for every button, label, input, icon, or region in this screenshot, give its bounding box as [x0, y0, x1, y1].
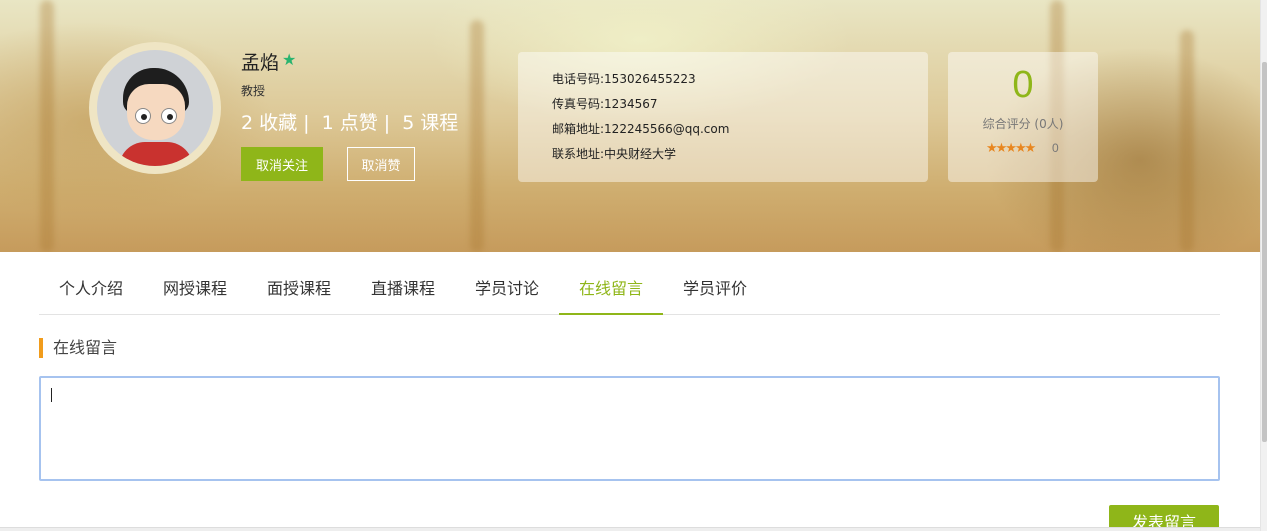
vertical-scrollbar[interactable]: [1260, 0, 1267, 531]
favorites-count: 2: [241, 112, 254, 134]
tab-introduction[interactable]: 个人介绍: [39, 266, 143, 315]
teacher-title: 教授: [241, 84, 266, 98]
email-address: 邮箱地址:122245566@qq.com: [552, 122, 730, 136]
avatar: [89, 42, 221, 174]
unfollow-button[interactable]: 取消关注: [241, 147, 323, 181]
tab-live-courses[interactable]: 直播课程: [351, 266, 455, 315]
star-icon: ★: [282, 52, 297, 69]
avatar-image: [97, 50, 213, 166]
courses-label: 课程: [420, 112, 459, 134]
tab-discussion[interactable]: 学员讨论: [455, 266, 559, 315]
rating-card: 0 综合评分 (0人) ★★★★★ 0: [948, 52, 1098, 182]
tab-online-courses[interactable]: 网授课程: [143, 266, 247, 315]
likes-count: 1: [321, 112, 334, 134]
section-title: 在线留言: [39, 338, 117, 358]
text-caret: [51, 388, 52, 402]
tab-offline-courses[interactable]: 面授课程: [247, 266, 351, 315]
scrollbar-thumb[interactable]: [1262, 62, 1267, 442]
likes-label: 点赞 |: [339, 112, 391, 134]
wheat-decoration: [1180, 30, 1194, 252]
tab-reviews[interactable]: 学员评价: [663, 266, 767, 315]
profile-stats: 2 收藏 | 1 点赞 | 5 课程: [241, 108, 464, 135]
favorites-label: 收藏 |: [259, 112, 310, 134]
teacher-name: 孟焰: [241, 52, 280, 74]
wheat-decoration: [470, 20, 484, 252]
page-bottom-divider: [0, 527, 1260, 531]
tab-online-message[interactable]: 在线留言: [559, 266, 663, 315]
contact-card: 电话号码:153026455223 传真号码:1234567 邮箱地址:1222…: [518, 52, 928, 182]
score-label: 综合评分 (0人): [982, 117, 1064, 131]
rating-stars-icon: ★★★★★: [986, 140, 1036, 155]
overall-score: 0: [1012, 64, 1034, 106]
postal-address: 联系地址:中央财经大学: [552, 147, 677, 161]
phone-number: 电话号码:153026455223: [552, 72, 696, 86]
unlike-button[interactable]: 取消赞: [347, 147, 415, 181]
fax-number: 传真号码:1234567: [552, 97, 658, 111]
message-input[interactable]: [39, 376, 1220, 481]
profile-tabs: 个人介绍 网授课程 面授课程 直播课程 学员讨论 在线留言 学员评价: [39, 266, 1220, 315]
rating-stars-value: 0: [1052, 141, 1059, 155]
wheat-decoration: [40, 0, 54, 252]
courses-count: 5: [402, 112, 415, 134]
